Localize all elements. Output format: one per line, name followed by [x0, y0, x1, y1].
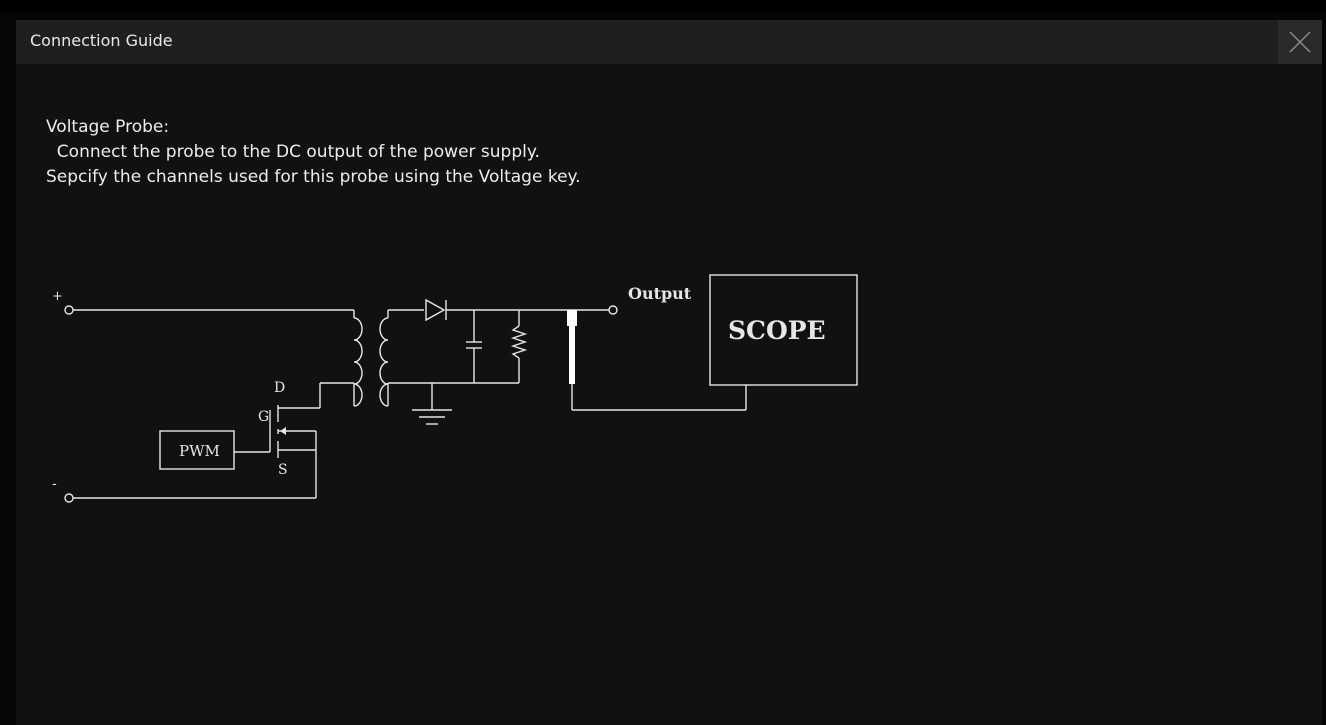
screen: Connection Guide Voltage Probe: Connect …	[0, 0, 1326, 725]
source-label: S	[278, 462, 288, 478]
connection-guide-dialog: Connection Guide Voltage Probe: Connect …	[16, 20, 1322, 725]
diode-symbol	[425, 298, 446, 322]
probe-tip	[567, 310, 577, 326]
primary-coil	[353, 317, 363, 407]
background-strip	[0, 0, 1326, 12]
minus-label: -	[52, 476, 57, 492]
secondary-coil	[379, 317, 389, 407]
plus-label: +	[52, 289, 63, 304]
drain-label: D	[274, 380, 285, 396]
minus-terminal	[64, 493, 74, 503]
gate-label: G	[258, 409, 269, 425]
output-label: Output	[628, 284, 692, 303]
circuit-diagram: + - Output SCOPE PWM D G S	[52, 274, 858, 503]
pwm-label: PWM	[179, 442, 220, 460]
output-terminal	[608, 305, 618, 315]
probe-body	[569, 326, 575, 384]
scope-label: SCOPE	[728, 316, 826, 345]
plus-terminal	[64, 305, 74, 315]
